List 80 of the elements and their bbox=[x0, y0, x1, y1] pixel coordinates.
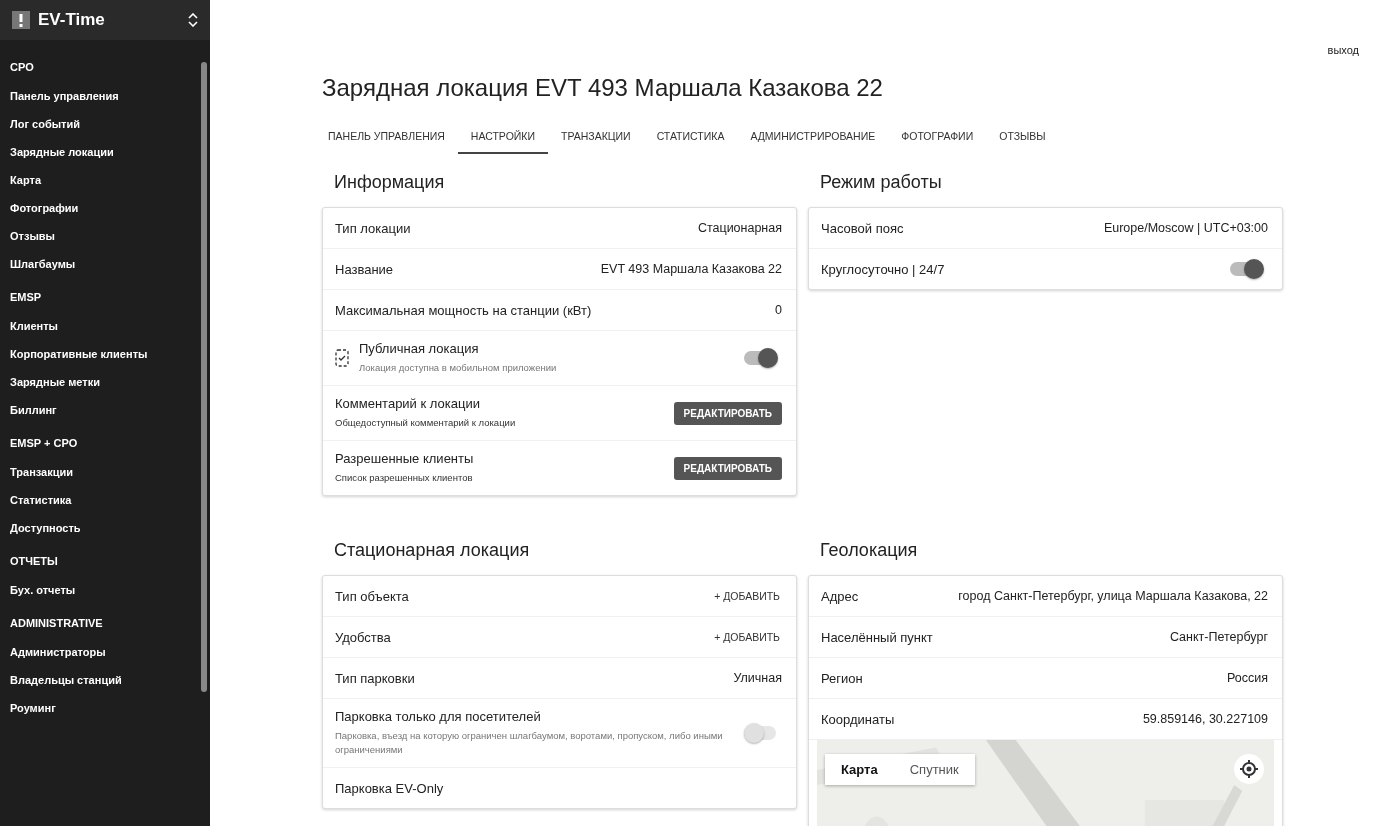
tab[interactable]: ОТЗЫВЫ bbox=[986, 124, 1059, 154]
add-button[interactable]: + ДОБАВИТЬ bbox=[712, 627, 782, 647]
sidebar-item[interactable]: Шлагбаумы bbox=[0, 250, 210, 278]
add-button[interactable]: + ДОБАВИТЬ bbox=[712, 586, 782, 606]
sidebar-item[interactable]: Клиенты bbox=[0, 312, 210, 340]
sidebar-item[interactable]: Бух. отчеты bbox=[0, 576, 210, 604]
sidebar-item[interactable]: Фотографии bbox=[0, 194, 210, 222]
tab[interactable]: ФОТОГРАФИИ bbox=[888, 124, 987, 154]
tab[interactable]: ПАНЕЛЬ УПРАВЛЕНИЯ bbox=[322, 124, 458, 154]
chevron-up-down-icon[interactable] bbox=[188, 13, 198, 27]
field-label: Парковка EV-Only bbox=[335, 780, 445, 796]
sidebar-item[interactable]: Лог событий bbox=[0, 110, 210, 138]
field-label: Публичная локация bbox=[359, 341, 480, 356]
field-value: Europe/Moscow | UTC+03:00 bbox=[1103, 221, 1268, 235]
sidebar-item[interactable]: Панель управления bbox=[0, 82, 210, 110]
field-value: город Санкт-Петербург, улица Маршала Казакова, 22 bbox=[958, 589, 1268, 603]
sidebar-item[interactable]: Доступность bbox=[0, 514, 210, 542]
field-label: Тип объекта bbox=[335, 588, 410, 604]
scrollbar[interactable] bbox=[201, 62, 207, 692]
field-hint: Общедоступный комментарий к локации bbox=[335, 416, 517, 430]
sidebar-item[interactable]: Биллинг bbox=[0, 396, 210, 424]
sidebar-item[interactable]: Карта bbox=[0, 166, 210, 194]
tab[interactable]: СТАТИСТИКА bbox=[643, 124, 738, 154]
field-label: Комментарий к локации bbox=[335, 396, 481, 411]
field-hint: Парковка, въезд на которую ограничен шлагбаумом, воротами, пропуском, либо иными ограничениями bbox=[335, 729, 724, 757]
sidebar-item[interactable]: Владельцы станций bbox=[0, 666, 210, 694]
edit-button[interactable]: РЕДАКТИРОВАТЬ bbox=[673, 456, 782, 480]
warning-logo-icon bbox=[12, 11, 30, 29]
field-label: Тип парковки bbox=[335, 670, 416, 686]
map-type-tab[interactable]: Карта bbox=[825, 754, 894, 785]
toggle-switch[interactable] bbox=[744, 351, 776, 365]
field-value: 0 bbox=[775, 303, 782, 317]
field-label: Название bbox=[335, 261, 395, 277]
section-title: Геолокация bbox=[820, 540, 919, 561]
field-label: Разрешенные клиенты bbox=[335, 451, 475, 466]
sidebar-item[interactable]: Отзывы bbox=[0, 222, 210, 250]
map-type-tab[interactable]: Спутник bbox=[893, 754, 975, 785]
field-label: Часовой пояс bbox=[821, 220, 905, 236]
field-value: Санкт-Петербург bbox=[1169, 630, 1268, 644]
field-value: EVT 493 Маршала Казакова 22 bbox=[600, 262, 782, 276]
sidebar-item[interactable]: Статистика bbox=[0, 486, 210, 514]
field-label: Удобства bbox=[335, 629, 392, 645]
sidebar-item[interactable]: Корпоративные клиенты bbox=[0, 340, 210, 368]
field-value: Уличная bbox=[733, 671, 782, 685]
edit-button[interactable]: РЕДАКТИРОВАТЬ bbox=[673, 401, 782, 425]
toggle-switch[interactable] bbox=[744, 726, 776, 740]
field-value: Россия bbox=[1227, 671, 1268, 685]
field-value: Стационарная bbox=[697, 221, 782, 235]
sidebar-section-title: CPO bbox=[9, 60, 35, 75]
field-label: Максимальная мощность на станции (кВт) bbox=[335, 302, 593, 318]
field-label: Парковка только для посетителей bbox=[335, 709, 542, 724]
brand-name: EV-Time bbox=[38, 10, 106, 30]
tab[interactable]: АДМИНИСТРИРОВАНИЕ bbox=[737, 124, 889, 154]
logout-link[interactable]: выход bbox=[1327, 44, 1359, 56]
field-hint: Локация доступна в мобильном приложении bbox=[359, 361, 558, 375]
field-label: Регион bbox=[821, 670, 864, 686]
locate-icon bbox=[1239, 759, 1259, 779]
sidebar-item[interactable]: Администраторы bbox=[0, 638, 210, 666]
sidebar-item[interactable]: Зарядные метки bbox=[0, 368, 210, 396]
field-label: Адрес bbox=[821, 588, 860, 604]
section-title: Режим работы bbox=[820, 172, 943, 193]
section-title: Информация bbox=[334, 172, 446, 193]
sidebar-section-title: ADMINISTRATIVE bbox=[9, 616, 104, 631]
sidebar-section-title: EMSP bbox=[9, 290, 43, 305]
section-title: Стационарная локация bbox=[334, 540, 531, 561]
field-value: 59.859146, 30.227109 bbox=[1142, 712, 1268, 726]
sidebar-item[interactable]: Роуминг bbox=[0, 694, 210, 722]
sidebar-item[interactable]: Зарядные локации bbox=[0, 138, 210, 166]
field-label: Тип локации bbox=[335, 220, 412, 236]
tab[interactable]: НАСТРОЙКИ bbox=[457, 124, 548, 154]
tab[interactable]: ТРАНЗАКЦИИ bbox=[548, 124, 644, 154]
sidebar-section-title: EMSP + CPO bbox=[9, 436, 79, 451]
field-label: Координаты bbox=[821, 711, 896, 727]
sidebar-section-title: ОТЧЕТЫ bbox=[9, 554, 59, 569]
field-hint: Список разрешенных клиентов bbox=[335, 471, 474, 485]
toggle-switch[interactable] bbox=[1230, 262, 1262, 276]
field-label: Населённый пункт bbox=[821, 629, 934, 645]
sidebar-item[interactable]: Транзакции bbox=[0, 458, 210, 486]
field-label: Круглосуточно | 24/7 bbox=[821, 261, 946, 277]
page-title: Зарядная локация EVT 493 Маршала Казакова 22 bbox=[322, 74, 884, 102]
